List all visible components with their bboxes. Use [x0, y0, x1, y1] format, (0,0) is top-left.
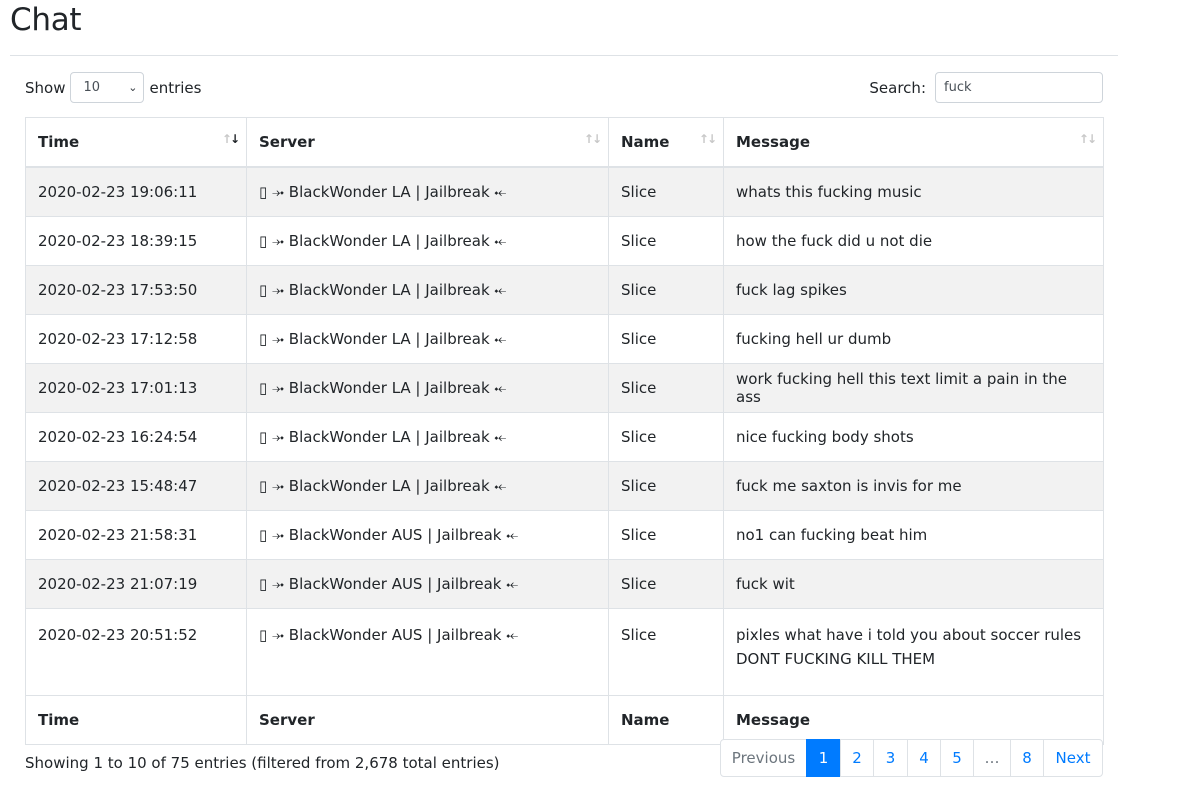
cell-name: Slice — [608, 216, 724, 266]
table-row: 2020-02-23 15:48:47 ▯ ⤞ BlackWonder LA |… — [25, 461, 1104, 511]
show-label: Show — [25, 78, 66, 97]
cell-time: 2020-02-23 17:01:13 — [25, 363, 247, 413]
cell-time: 2020-02-23 15:48:47 — [25, 461, 247, 511]
cell-message: work fucking hell this text limit a pain… — [723, 363, 1104, 413]
footer-header-server: Server — [246, 695, 609, 745]
cell-server: ▯ ⤞ BlackWonder LA | Jailbreak ⤝ — [246, 412, 609, 462]
cell-time: 2020-02-23 17:53:50 — [25, 265, 247, 315]
search-control: Search: — [869, 72, 1103, 103]
cell-time: 2020-02-23 21:58:31 — [25, 510, 247, 560]
cell-time: 2020-02-23 18:39:15 — [25, 216, 247, 266]
page-button-5[interactable]: 5 — [940, 739, 974, 777]
cell-message: nice fucking body shots — [723, 412, 1104, 462]
title-divider — [10, 55, 1118, 56]
column-header-message[interactable]: Message ↑↓ — [723, 117, 1104, 168]
table-row: 2020-02-23 21:07:19 ▯ ⤞ BlackWonder AUS … — [25, 559, 1104, 609]
cell-time: 2020-02-23 21:07:19 — [25, 559, 247, 609]
search-label: Search: — [869, 78, 926, 97]
table-row: 2020-02-23 16:24:54 ▯ ⤞ BlackWonder LA |… — [25, 412, 1104, 462]
next-page-button[interactable]: Next — [1043, 739, 1103, 777]
cell-server: ▯ ⤞ BlackWonder LA | Jailbreak ⤝ — [246, 216, 609, 266]
column-header-time[interactable]: Time ↑↓ — [25, 117, 247, 168]
cell-server: ▯ ⤞ BlackWonder LA | Jailbreak ⤝ — [246, 265, 609, 315]
page-button-4[interactable]: 4 — [907, 739, 941, 777]
cell-message: fuck wit — [723, 559, 1104, 609]
page-button-3[interactable]: 3 — [873, 739, 908, 777]
cell-time: 2020-02-23 16:24:54 — [25, 412, 247, 462]
page-ellipsis: … — [973, 739, 1011, 777]
cell-message: fuck me saxton is invis for me — [723, 461, 1104, 511]
table-row: 2020-02-23 17:12:58 ▯ ⤞ BlackWonder LA |… — [25, 314, 1104, 364]
page-button-1[interactable]: 1 — [806, 739, 841, 777]
column-header-server[interactable]: Server ↑↓ — [246, 117, 609, 168]
table-info-text: Showing 1 to 10 of 75 entries (filtered … — [25, 754, 500, 772]
page-button-2[interactable]: 2 — [840, 739, 874, 777]
cell-message: fuck lag spikes — [723, 265, 1104, 315]
pagination: Previous 1 2 3 4 5 … 8 Next — [720, 739, 1103, 777]
cell-message: pixles what have i told you about soccer… — [723, 608, 1104, 696]
sort-icon: ↑↓ — [583, 132, 602, 146]
table-row: 2020-02-23 17:01:13 ▯ ⤞ BlackWonder LA |… — [25, 363, 1104, 413]
sort-icon: ↑↓ — [1078, 132, 1097, 146]
footer-header-message: Message — [723, 695, 1104, 745]
footer-header-time: Time — [25, 695, 247, 745]
cell-name: Slice — [608, 265, 724, 315]
entries-label: entries — [149, 78, 202, 97]
cell-server: ▯ ⤞ BlackWonder LA | Jailbreak ⤝ — [246, 314, 609, 364]
chevron-down-icon: ⌄ — [128, 81, 138, 94]
table-row: 2020-02-23 21:58:31 ▯ ⤞ BlackWonder AUS … — [25, 510, 1104, 560]
previous-page-button[interactable]: Previous — [720, 739, 807, 777]
cell-message: no1 can fucking beat him — [723, 510, 1104, 560]
column-header-name[interactable]: Name ↑↓ — [608, 117, 724, 168]
footer-header-name: Name — [608, 695, 724, 745]
cell-server: ▯ ⤞ BlackWonder LA | Jailbreak ⤝ — [246, 166, 609, 217]
table-row: 2020-02-23 18:39:15 ▯ ⤞ BlackWonder LA |… — [25, 216, 1104, 266]
cell-server: ▯ ⤞ BlackWonder AUS | Jailbreak ⤝ — [246, 559, 609, 609]
table-header-row: Time ↑↓ Server ↑↓ Name ↑↓ Message ↑↓ — [25, 117, 1104, 168]
search-input[interactable] — [935, 72, 1103, 103]
cell-name: Slice — [608, 559, 724, 609]
table-row: 2020-02-23 17:53:50 ▯ ⤞ BlackWonder LA |… — [25, 265, 1104, 315]
cell-server: ▯ ⤞ BlackWonder AUS | Jailbreak ⤝ — [246, 510, 609, 560]
cell-name: Slice — [608, 608, 724, 696]
cell-server: ▯ ⤞ BlackWonder LA | Jailbreak ⤝ — [246, 461, 609, 511]
cell-name: Slice — [608, 314, 724, 364]
entries-length-select[interactable]: 10 ⌄ — [70, 72, 145, 103]
cell-message: fucking hell ur dumb — [723, 314, 1104, 364]
entries-length-control: Show 10 ⌄ entries — [25, 72, 201, 103]
cell-server: ▯ ⤞ BlackWonder AUS | Jailbreak ⤝ — [246, 608, 609, 696]
cell-message: whats this fucking music — [723, 166, 1104, 217]
cell-name: Slice — [608, 412, 724, 462]
entries-length-value: 10 — [83, 80, 101, 95]
chat-table: Time ↑↓ Server ↑↓ Name ↑↓ Message ↑↓ 202… — [25, 117, 1104, 745]
table-row: 2020-02-23 20:51:52 ▯ ⤞ BlackWonder AUS … — [25, 608, 1104, 696]
page-title: Chat — [10, 2, 82, 38]
cell-name: Slice — [608, 461, 724, 511]
cell-name: Slice — [608, 363, 724, 413]
cell-time: 2020-02-23 17:12:58 — [25, 314, 247, 364]
cell-time: 2020-02-23 19:06:11 — [25, 166, 247, 217]
cell-time: 2020-02-23 20:51:52 — [25, 608, 247, 696]
cell-name: Slice — [608, 510, 724, 560]
cell-server: ▯ ⤞ BlackWonder LA | Jailbreak ⤝ — [246, 363, 609, 413]
table-footer-row: Time Server Name Message — [25, 695, 1104, 745]
table-row: 2020-02-23 19:06:11 ▯ ⤞ BlackWonder LA |… — [25, 166, 1104, 217]
sort-icon: ↑↓ — [698, 132, 717, 146]
page-button-8[interactable]: 8 — [1010, 739, 1044, 777]
cell-name: Slice — [608, 166, 724, 217]
sort-descending-icon: ↑↓ — [221, 132, 240, 146]
cell-message: how the fuck did u not die — [723, 216, 1104, 266]
